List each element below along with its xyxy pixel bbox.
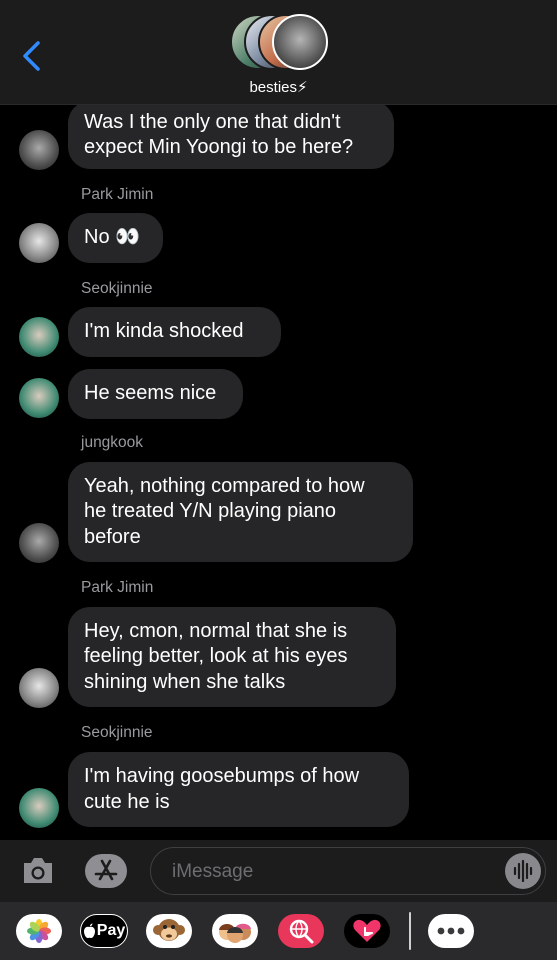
message-bubble[interactable]: I'm having goosebumps of how cute he is: [68, 752, 409, 827]
message-text: I'm having goosebumps of how cute he is: [84, 765, 360, 813]
ellipsis-icon: [437, 927, 465, 935]
apple-pay-button[interactable]: Pay: [80, 914, 128, 948]
message-text: Hey, cmon, normal that she is feeling be…: [84, 619, 348, 693]
message-bubble[interactable]: No 👀: [68, 213, 163, 263]
message-bubble[interactable]: He seems nice: [68, 369, 243, 419]
message-bubble[interactable]: Was I the only one that didn't expect Mi…: [68, 105, 394, 169]
audio-record-button[interactable]: [505, 853, 541, 889]
message-bubble[interactable]: Hey, cmon, normal that she is feeling be…: [68, 607, 396, 707]
sender-avatar[interactable]: [19, 523, 59, 563]
back-button[interactable]: [18, 40, 48, 72]
drawer-divider: [409, 912, 411, 950]
message-bubble[interactable]: Yeah, nothing compared to how he treated…: [68, 462, 413, 562]
sender-avatar[interactable]: [19, 317, 59, 357]
message-composer: iMessage: [0, 840, 557, 902]
message-input[interactable]: iMessage: [150, 847, 546, 895]
group-avatars[interactable]: [230, 14, 328, 70]
sender-name: jungkook: [81, 434, 144, 451]
message-bubble[interactable]: I'm kinda shocked: [68, 307, 281, 357]
sender-name: Seokjinnie: [81, 724, 153, 741]
photos-icon: [27, 919, 51, 943]
message-text: Was I the only one that didn't expect Mi…: [84, 110, 354, 159]
sender-avatar[interactable]: [19, 378, 59, 418]
globe-search-icon: [289, 919, 314, 944]
sender-avatar[interactable]: [19, 788, 59, 828]
waveform-icon: [513, 859, 533, 883]
conversation-header: besties⚡: [0, 0, 557, 105]
sender-avatar[interactable]: [19, 130, 59, 170]
sender-name: Seokjinnie: [81, 280, 153, 297]
sender-name: Park Jimin: [81, 186, 154, 203]
more-apps-button[interactable]: [428, 914, 474, 948]
digital-touch-button[interactable]: [344, 914, 390, 948]
apple-logo-icon: [83, 923, 95, 939]
message-input-placeholder: iMessage: [172, 861, 254, 882]
group-avatar-4: [272, 14, 328, 70]
photos-app-button[interactable]: [16, 914, 62, 948]
sender-avatar[interactable]: [19, 668, 59, 708]
message-list: Was I the only one that didn't expect Mi…: [0, 105, 557, 840]
sender-name: Park Jimin: [81, 579, 154, 596]
sender-avatar[interactable]: [19, 223, 59, 263]
camera-icon[interactable]: [21, 856, 55, 886]
heart-touch-icon: [353, 919, 381, 942]
message-text: No 👀: [84, 226, 141, 249]
message-text: I'm kinda shocked: [84, 320, 244, 343]
monkey-icon: [153, 919, 185, 941]
message-text: He seems nice: [84, 382, 217, 405]
chevron-left-icon: [23, 41, 40, 71]
memoji-icon: [219, 923, 251, 943]
image-search-button[interactable]: [278, 914, 324, 948]
app-drawer: Pay: [0, 902, 557, 960]
group-name[interactable]: besties⚡: [0, 78, 557, 96]
message-text: Yeah, nothing compared to how he treated…: [84, 474, 365, 548]
memoji-button[interactable]: [212, 914, 258, 948]
animoji-button[interactable]: [146, 914, 192, 948]
apple-pay-label: Pay: [96, 922, 126, 939]
app-store-icon[interactable]: [84, 853, 128, 889]
